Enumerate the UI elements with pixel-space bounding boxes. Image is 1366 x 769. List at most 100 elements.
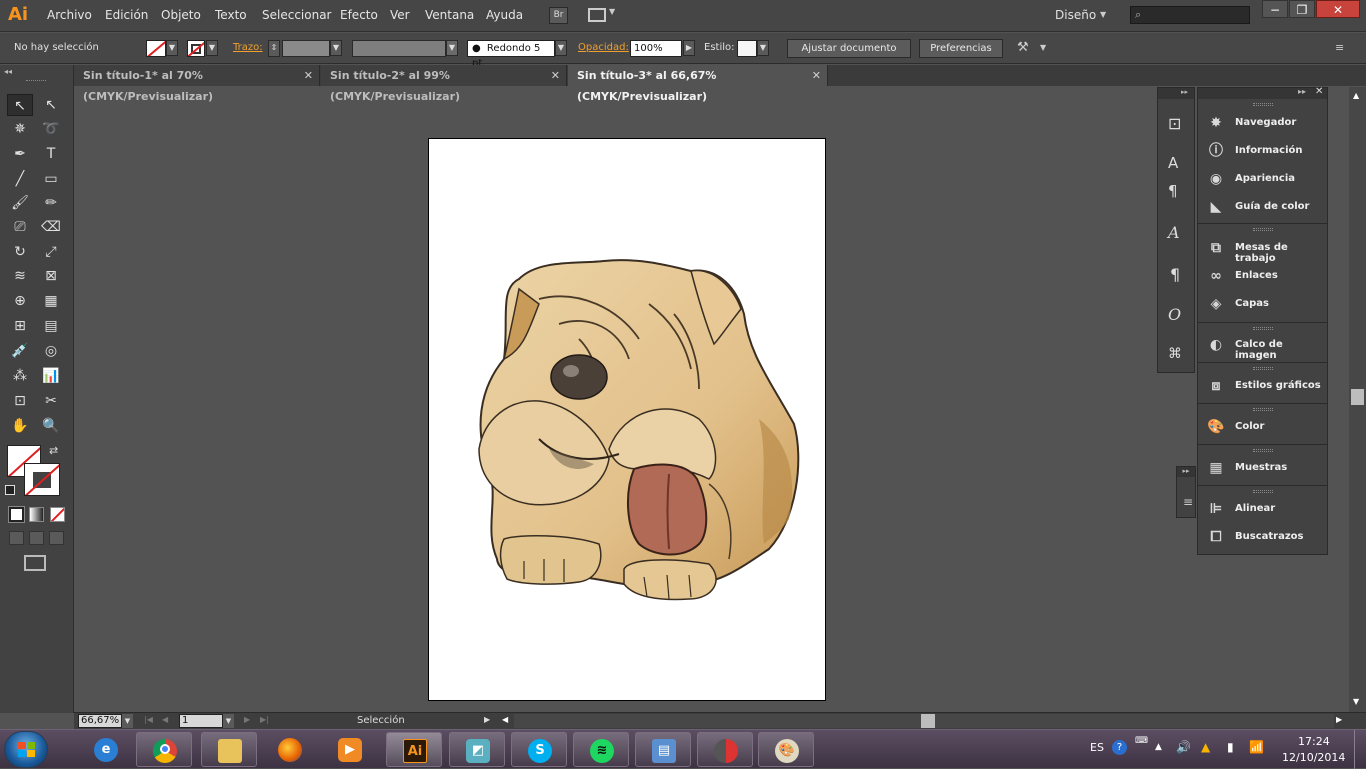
- type-tool[interactable]: T: [38, 143, 64, 165]
- artboard-number-field[interactable]: 1: [179, 714, 223, 728]
- free-transform-tool[interactable]: ⊠: [38, 265, 64, 287]
- magic-wand-tool[interactable]: ✵: [7, 118, 33, 140]
- bridge-button[interactable]: Br: [549, 7, 568, 24]
- panel-color[interactable]: 🎨 Color: [1198, 414, 1327, 440]
- column-graph-tool[interactable]: 📊: [38, 365, 64, 387]
- fill-dropdown[interactable]: ▼: [166, 40, 178, 56]
- panel-buscatrazos[interactable]: ⧠ Buscatrazos: [1198, 524, 1327, 550]
- line-tool[interactable]: ╱: [7, 168, 33, 190]
- shape-builder-tool[interactable]: ⊕: [7, 290, 33, 312]
- eyedropper-tool[interactable]: 💉: [7, 340, 33, 362]
- default-colors-icon[interactable]: [5, 485, 15, 495]
- profile-dropdown[interactable]: ▼: [446, 40, 458, 56]
- panel-muestras[interactable]: ▦ Muestras: [1198, 455, 1327, 481]
- draw-behind-button[interactable]: [29, 531, 44, 545]
- menu-ventana[interactable]: Ventana: [425, 8, 474, 22]
- status-menu-icon[interactable]: ▶: [484, 715, 490, 724]
- direct-selection-tool[interactable]: ↖: [38, 94, 64, 116]
- preferences-button[interactable]: Preferencias: [919, 39, 1003, 58]
- volume-icon[interactable]: 🔊: [1176, 740, 1191, 754]
- close-tab-icon[interactable]: ✕: [304, 65, 313, 86]
- menu-archivo[interactable]: Archivo: [47, 8, 92, 22]
- blob-brush-tool[interactable]: ⎚: [7, 216, 33, 238]
- floating-mini-dock[interactable]: ▸▸ ≡: [1176, 466, 1196, 518]
- taskbar-chrome[interactable]: [136, 732, 192, 767]
- panel-group-grip[interactable]: [1253, 449, 1273, 452]
- mini-dock-expand-icon[interactable]: ▸▸: [1177, 467, 1195, 477]
- panel-group-grip[interactable]: [1253, 228, 1273, 231]
- character-icon[interactable]: A: [1168, 223, 1180, 242]
- workspace-switcher[interactable]: Diseño: [1055, 8, 1096, 22]
- paragraph-icon[interactable]: ¶: [1170, 265, 1180, 284]
- panel-group-grip[interactable]: [1253, 327, 1273, 330]
- show-desktop-button[interactable]: [1354, 730, 1366, 769]
- network-signal-icon[interactable]: 📶: [1249, 740, 1264, 754]
- help-icon[interactable]: ?: [1112, 740, 1127, 755]
- taskbar-skype[interactable]: S: [511, 732, 567, 767]
- panel-estilos-graficos[interactable]: ⧈ Estilos gráficos: [1198, 373, 1327, 399]
- eraser-tool[interactable]: ⌫: [38, 216, 64, 238]
- gradient-tool[interactable]: ▤: [38, 315, 64, 337]
- taskbar-media-player[interactable]: ▶: [322, 732, 378, 767]
- panel-mesas-de-trabajo[interactable]: ⧉ Mesas de trabajo: [1198, 235, 1327, 264]
- collapse-panels-icon[interactable]: ▸▸: [1298, 87, 1306, 96]
- brush-definition[interactable]: ● Redondo 5 pt.: [467, 40, 555, 69]
- tab-document-1[interactable]: Sin título-1* al 70% (CMYK/Previsualizar…: [74, 65, 320, 103]
- color-mode-button[interactable]: [8, 506, 25, 523]
- first-artboard-icon[interactable]: |◀: [144, 715, 153, 724]
- selection-tool[interactable]: ↖: [7, 94, 33, 116]
- last-artboard-icon[interactable]: ▶|: [260, 715, 269, 724]
- show-hidden-icons[interactable]: ▲: [1155, 742, 1162, 752]
- symbol-sprayer-tool[interactable]: ⁂: [7, 365, 33, 387]
- rotate-tool[interactable]: ↻: [7, 241, 33, 263]
- taskbar-spotify[interactable]: ≋: [573, 732, 629, 767]
- panel-enlaces[interactable]: ∞ Enlaces: [1198, 263, 1327, 289]
- workspace-chevron-icon[interactable]: ▼: [1100, 10, 1106, 19]
- keyboard-icon[interactable]: ⌨: [1135, 736, 1148, 746]
- panel-informacion[interactable]: ⓘ Información: [1198, 138, 1327, 164]
- brush-dropdown[interactable]: ▼: [555, 40, 567, 56]
- opacity-field[interactable]: 100%: [630, 40, 682, 57]
- menu-edicion[interactable]: Edición: [105, 8, 148, 22]
- artboard-dropdown[interactable]: ▼: [223, 714, 234, 728]
- battery-icon[interactable]: ▮: [1227, 740, 1234, 754]
- none-mode-button[interactable]: [50, 507, 65, 522]
- zoom-level-field[interactable]: 66,67%: [78, 714, 122, 728]
- scroll-down-icon[interactable]: ▼: [1353, 697, 1359, 706]
- scroll-right-icon[interactable]: ▶: [1336, 715, 1342, 724]
- prev-artboard-icon[interactable]: ◀: [162, 715, 168, 724]
- restore-button[interactable]: ❐: [1289, 0, 1315, 18]
- taskbar-paint[interactable]: 🎨: [758, 732, 814, 767]
- language-indicator[interactable]: ES: [1090, 741, 1104, 754]
- artboard-tool[interactable]: ⊡: [7, 390, 33, 412]
- screen-mode-button[interactable]: [24, 555, 46, 571]
- menu-ver[interactable]: Ver: [390, 8, 410, 22]
- panel-group-grip[interactable]: [1253, 367, 1273, 370]
- taskbar-firefox[interactable]: [262, 732, 318, 767]
- draw-normal-button[interactable]: [9, 531, 24, 545]
- glyphs-icon[interactable]: ⌘: [1168, 346, 1182, 362]
- opacity-label[interactable]: Opacidad:: [578, 42, 629, 53]
- vertical-scrollbar[interactable]: ▲ ▼: [1349, 87, 1366, 712]
- graphic-style-swatch[interactable]: [737, 40, 757, 57]
- vertical-scroll-thumb[interactable]: [1351, 389, 1364, 405]
- document-setup-button[interactable]: Ajustar documento: [787, 39, 911, 58]
- panel-apariencia[interactable]: ◉ Apariencia: [1198, 166, 1327, 192]
- artboards-dock-icon[interactable]: ⊡: [1168, 114, 1181, 133]
- draw-inside-button[interactable]: [49, 531, 64, 545]
- close-window-button[interactable]: ✕: [1316, 0, 1360, 18]
- lasso-tool[interactable]: ➰: [38, 118, 64, 140]
- start-button[interactable]: [4, 731, 48, 768]
- arrange-chevron-icon[interactable]: ▼: [1040, 43, 1046, 52]
- panel-calco-de-imagen[interactable]: ◐ Calco de imagen: [1198, 332, 1327, 361]
- menu-texto[interactable]: Texto: [215, 8, 247, 22]
- google-drive-icon[interactable]: ▲: [1201, 740, 1210, 754]
- collapse-toolbox-icon[interactable]: ◂◂: [4, 67, 12, 76]
- panel-group-grip[interactable]: [1253, 490, 1273, 493]
- menu-objeto[interactable]: Objeto: [161, 8, 201, 22]
- taskbar-gallery[interactable]: ◩: [449, 732, 505, 767]
- taskbar-file-explorer[interactable]: [201, 732, 257, 767]
- panel-alinear[interactable]: ⊫ Alinear: [1198, 496, 1327, 522]
- toolbox-grip[interactable]: [26, 80, 46, 82]
- tab-document-2[interactable]: Sin título-2* al 99% (CMYK/Previsualizar…: [321, 65, 567, 103]
